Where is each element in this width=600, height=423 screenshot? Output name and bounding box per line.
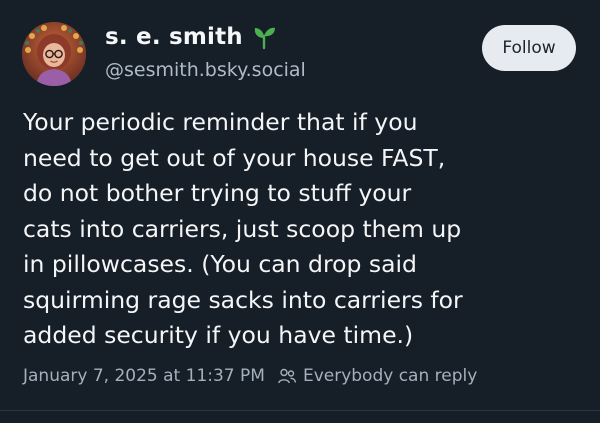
- author-handle[interactable]: @sesmith.bsky.social: [105, 59, 306, 81]
- post-text-line: squirming rage sacks into carriers for: [23, 285, 463, 314]
- sprout-icon: [251, 24, 277, 50]
- post-timestamp[interactable]: January 7, 2025 at 11:37 PM: [23, 366, 265, 386]
- post-meta: January 7, 2025 at 11:37 PM Everybody ca…: [23, 366, 477, 386]
- post-text-line: added security if you have time.): [23, 321, 414, 349]
- follow-button[interactable]: Follow: [482, 25, 576, 71]
- people-icon: [277, 366, 297, 386]
- post-text-line: need to get out of your house FAST,: [23, 143, 446, 172]
- post-text-line: Your periodic reminder that if you: [23, 108, 418, 136]
- reply-setting: Everybody can reply: [302, 366, 478, 386]
- post-text-line: do not bother trying to stuff your: [23, 179, 412, 207]
- post-card: s. e. smith @sesmith.bsky.social Follow …: [0, 0, 600, 423]
- divider: [0, 410, 600, 411]
- post-text-line: in pillowcases. (You can drop said: [23, 250, 417, 278]
- author-name-row: s. e. smith: [105, 24, 277, 50]
- author-display-name[interactable]: s. e. smith: [105, 24, 243, 50]
- post-body: Your periodic reminder that if you need …: [23, 105, 583, 354]
- post-text-line: cats into carriers, just scoop them up: [23, 214, 462, 243]
- avatar[interactable]: [22, 22, 86, 86]
